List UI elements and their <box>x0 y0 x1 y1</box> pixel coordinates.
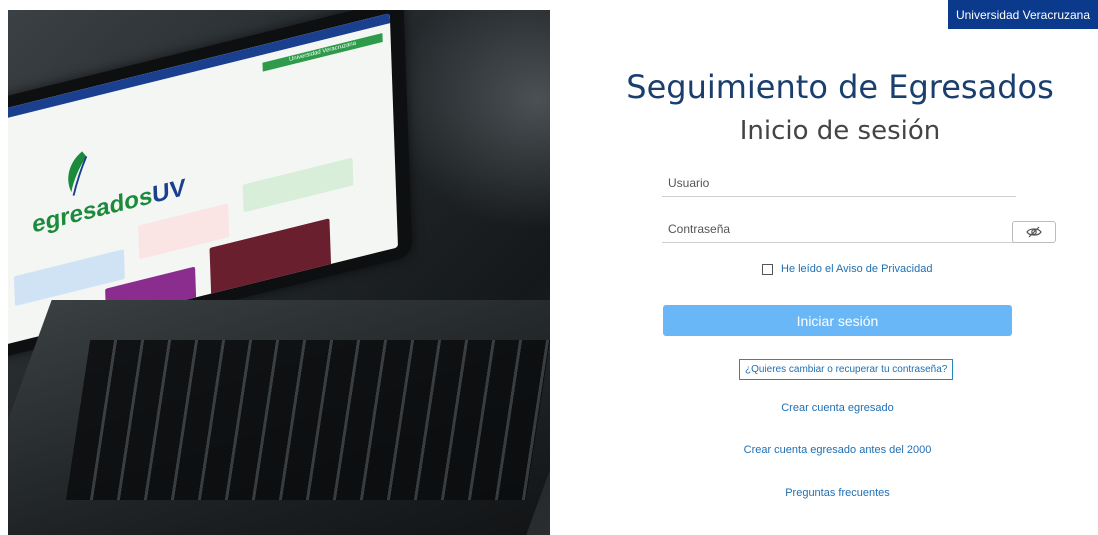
screen-banner-green <box>242 157 354 213</box>
password-toggle-button[interactable] <box>1012 221 1056 243</box>
create-account-pre2000-link[interactable]: Crear cuenta egresado antes del 2000 <box>663 444 1012 456</box>
faq-link[interactable]: Preguntas frecuentes <box>663 487 1012 499</box>
keyboard-keys <box>65 340 550 500</box>
login-button[interactable]: Iniciar sesión <box>663 305 1012 336</box>
feather-logo-icon <box>68 151 88 196</box>
eye-slash-icon <box>1026 226 1042 238</box>
hero-glow <box>388 10 550 230</box>
laptop-keyboard <box>8 300 550 535</box>
laptop-screen: Universidad Veracruzana egresadosUV <box>8 13 398 347</box>
hero-image: Universidad Veracruzana egresadosUV <box>8 10 550 535</box>
institution-badge[interactable]: Universidad Veracruzana <box>948 0 1098 29</box>
username-input[interactable] <box>662 170 1016 197</box>
screen-brand-green: egresados <box>31 182 153 239</box>
page-title: Seguimiento de Egresados <box>626 68 1054 106</box>
recover-password-link[interactable]: ¿Quieres cambiar o recuperar tu contrase… <box>739 359 954 380</box>
screen-brand-blue: UV <box>151 173 187 209</box>
create-account-link[interactable]: Crear cuenta egresado <box>663 402 1012 414</box>
privacy-consent: He leído el Aviso de Privacidad <box>762 263 932 275</box>
screen-topbar <box>8 13 391 123</box>
privacy-label[interactable]: He leído el Aviso de Privacidad <box>781 263 932 275</box>
page-subtitle: Inicio de sesión <box>739 116 941 146</box>
privacy-checkbox[interactable] <box>762 263 773 275</box>
password-input[interactable] <box>662 216 1016 243</box>
